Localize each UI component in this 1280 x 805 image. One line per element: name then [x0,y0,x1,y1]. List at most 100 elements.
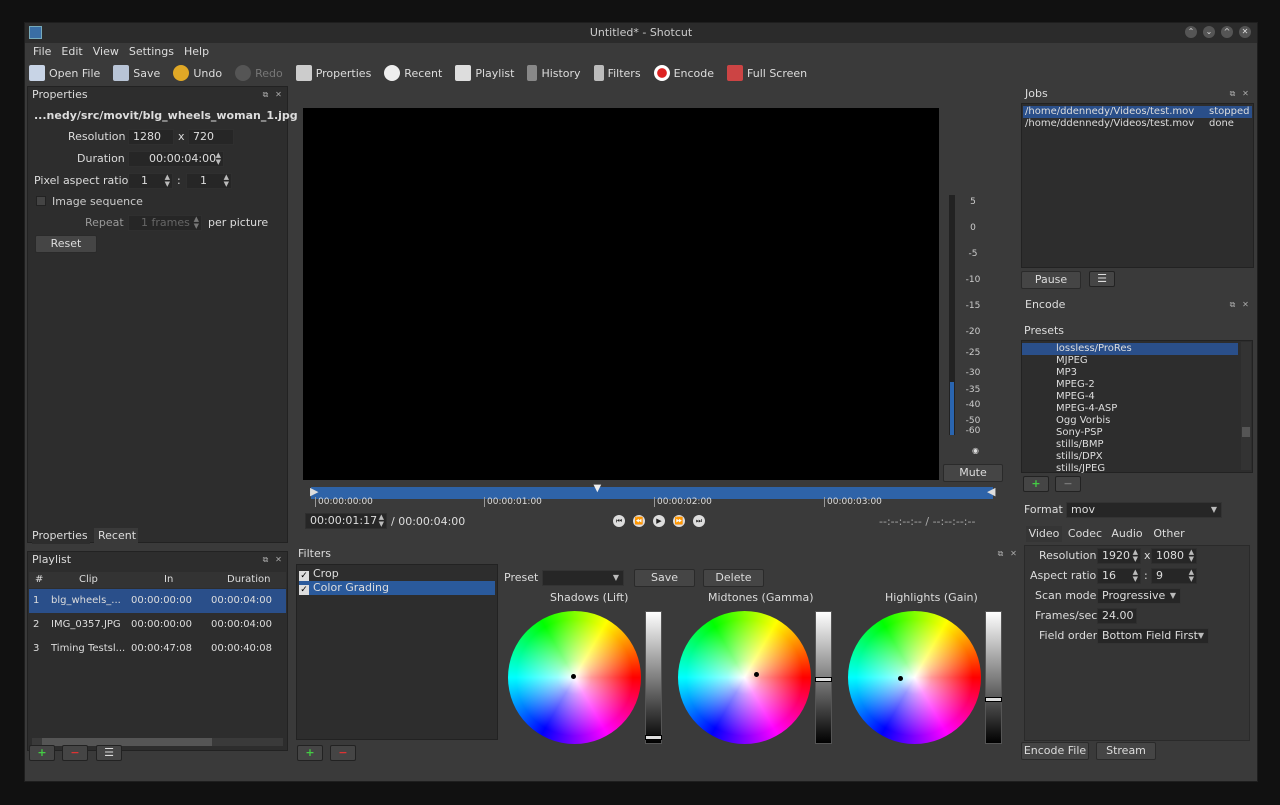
close-icon[interactable]: ✕ [1009,549,1018,558]
aspect-height[interactable]: 9 ▲ ▼ [1151,568,1197,584]
menu-view[interactable]: View [93,43,119,61]
checkbox-icon[interactable]: ✓ [299,571,309,581]
filters-button[interactable]: Filters [593,62,641,84]
preset-item[interactable]: MPEG-4-ASP [1056,403,1117,415]
midtones-color-wheel[interactable] [678,611,811,744]
slider-handle[interactable] [815,677,832,682]
encode-resolution-width[interactable]: 1920 ▲ ▼ [1097,548,1141,564]
remove-clip-button[interactable]: − [62,745,88,761]
mute-button[interactable]: Mute [943,464,1003,482]
preset-item[interactable]: stills/JPEG [1056,463,1105,475]
encode-resolution-height[interactable]: 1080 ▲ ▼ [1151,548,1197,564]
save-preset-button[interactable]: Save [634,569,695,587]
preset-item[interactable]: stills/BMP [1056,439,1104,451]
tab-other[interactable]: Other [1149,526,1189,542]
spin-arrows-icon[interactable]: ▲ ▼ [379,514,384,528]
tab-codec[interactable]: Codec [1065,526,1105,542]
float-icon[interactable]: ⧉ [996,549,1005,558]
playlist-button[interactable]: Playlist [455,62,514,84]
menu-settings[interactable]: Settings [129,43,174,61]
remove-preset-button[interactable]: − [1055,476,1081,492]
playlist-menu-button[interactable]: ☰ [96,745,122,761]
spin-arrows-icon[interactable]: ▲ ▼ [1133,549,1138,563]
scrollbar-thumb[interactable] [1242,427,1250,437]
delete-preset-button[interactable]: Delete [703,569,764,587]
fast-forward-icon[interactable]: ⏩ [673,515,685,527]
float-icon[interactable]: ⧉ [261,90,270,99]
repeat-frames-field[interactable]: 1 frames ▲ ▼ [128,215,202,231]
table-row[interactable]: 3 Timing Testsl... 00:00:47:08 00:00:40:… [29,637,286,661]
header-clip[interactable]: Clip [79,572,98,588]
slider-handle[interactable] [985,697,1002,702]
resolution-height[interactable]: 720 [188,129,234,145]
tab-recent[interactable]: Recent [94,528,138,544]
filter-item-color-grading[interactable]: ✓ Color Grading [299,581,495,595]
close-icon[interactable]: ✕ [1241,300,1250,309]
par-numerator[interactable]: 1 ▲ ▼ [128,173,173,189]
spin-arrows-icon[interactable]: ▲ ▼ [1189,569,1194,583]
aspect-width[interactable]: 16 ▲ ▼ [1097,568,1141,584]
add-preset-button[interactable]: + [1023,476,1049,492]
minimize-icon[interactable]: ⌄ [1203,26,1215,38]
encode-file-button[interactable]: Encode File [1021,742,1089,760]
menu-edit[interactable]: Edit [61,43,82,61]
job-row[interactable]: /home/ddennedy/Videos/test.mov stopped [1023,106,1252,118]
preset-item[interactable]: MPEG-2 [1056,379,1095,391]
highlights-color-wheel[interactable] [848,611,981,744]
play-icon[interactable]: ▶ [653,515,665,527]
undo-button[interactable]: Undo [173,62,222,84]
history-button[interactable]: History [527,62,581,84]
par-denominator[interactable]: 1 ▲ ▼ [186,173,232,189]
checkbox-icon[interactable]: ✓ [299,585,309,595]
reset-button[interactable]: Reset [35,235,97,253]
spin-arrows-icon[interactable]: ▲ ▼ [216,152,221,166]
job-row[interactable]: /home/ddennedy/Videos/test.mov done [1023,118,1252,130]
float-icon[interactable]: ⧉ [1228,89,1237,98]
wheel-dot[interactable] [754,672,759,677]
save-button[interactable]: Save [113,62,160,84]
preset-dropdown[interactable]: ▼ [542,570,624,586]
maximize-icon[interactable]: ^ [1221,26,1233,38]
spin-arrows-icon[interactable]: ▲ ▼ [224,174,229,188]
tab-properties[interactable]: Properties [32,528,90,544]
stream-button[interactable]: Stream [1096,742,1156,760]
spin-arrows-icon[interactable]: ▲ ▼ [1189,549,1194,563]
header-in[interactable]: In [164,572,173,588]
close-icon[interactable]: ✕ [274,555,283,564]
preset-item[interactable]: MPEG-4 [1056,391,1095,403]
open-file-button[interactable]: Open File [29,62,100,84]
field-order-dropdown[interactable]: Bottom Field First ▼ [1097,628,1209,644]
preset-item[interactable]: lossless/ProRes [1056,343,1132,355]
preset-item[interactable]: MJPEG [1056,355,1088,367]
table-row[interactable]: 2 IMG_0357.JPG 00:00:00:00 00:00:04:00 [29,613,286,637]
preset-item[interactable]: MP3 [1056,367,1077,379]
preset-item[interactable]: Sony-PSP [1056,427,1103,439]
menu-help[interactable]: Help [184,43,209,61]
image-sequence-checkbox[interactable]: Image sequence [36,195,143,208]
format-dropdown[interactable]: mov ▼ [1066,502,1222,518]
playhead-icon[interactable]: ▼ [593,483,601,494]
jobs-menu-button[interactable]: ☰ [1089,271,1115,287]
close-icon[interactable]: ✕ [1241,89,1250,98]
table-row[interactable]: 1 blg_wheels_... 00:00:00:00 00:00:04:00 [29,589,286,613]
float-icon[interactable]: ⧉ [1228,300,1237,309]
preset-item[interactable]: Ogg Vorbis [1056,415,1110,427]
close-icon[interactable]: ✕ [1239,26,1251,38]
full-screen-button[interactable]: Full Screen [727,62,807,84]
skip-next-icon[interactable]: ⏭ [693,515,705,527]
highlights-slider[interactable] [985,611,1002,744]
out-point-icon[interactable]: ◀ [987,485,995,498]
header-num[interactable]: # [35,572,43,588]
shadows-slider[interactable] [645,611,662,744]
spin-arrows-icon[interactable]: ▲ ▼ [194,216,199,230]
close-icon[interactable]: ✕ [274,90,283,99]
wheel-dot[interactable] [898,676,903,681]
tab-video[interactable]: Video [1026,526,1062,542]
shadows-color-wheel[interactable] [508,611,641,744]
remove-filter-button[interactable]: − [330,745,356,761]
encode-button[interactable]: Encode [653,62,714,84]
header-duration[interactable]: Duration [227,572,270,588]
rewind-icon[interactable]: ⏪ [633,515,645,527]
slider-handle[interactable] [645,735,662,740]
recent-button[interactable]: Recent [384,62,442,84]
